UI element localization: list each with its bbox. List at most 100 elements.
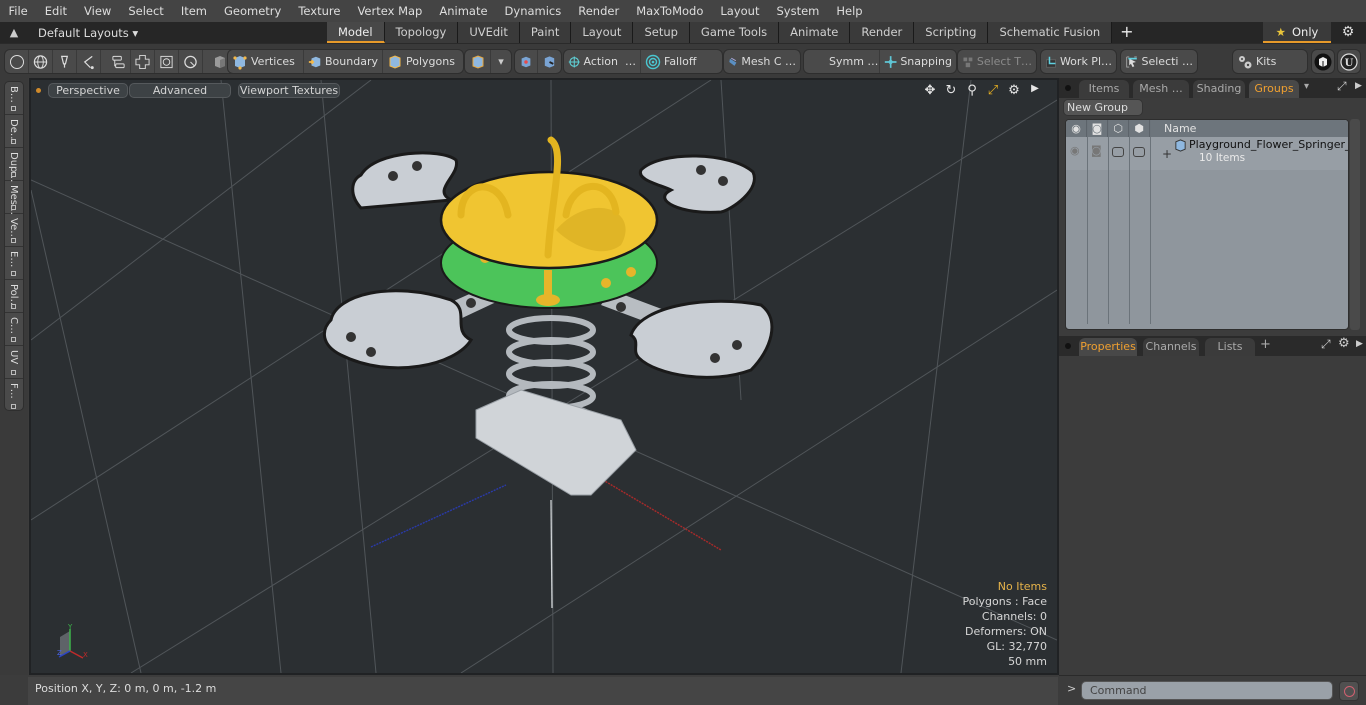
tab-topology[interactable]: Topology xyxy=(384,22,459,43)
panel-maximize-icon[interactable]: ⤢ xyxy=(1337,79,1347,94)
menu-view[interactable]: View xyxy=(76,0,120,22)
menu-help[interactable]: Help xyxy=(828,0,871,22)
left-tab-edge[interactable]: E… xyxy=(5,247,23,280)
vertices-mode-button[interactable]: Vertices xyxy=(228,50,304,73)
tab-lists[interactable]: Lists xyxy=(1205,338,1255,356)
pen-tool-icon[interactable] xyxy=(53,50,77,73)
tab-channels[interactable]: Channels xyxy=(1143,338,1199,356)
left-tab-fusion[interactable]: F… xyxy=(5,379,23,412)
groups-scrollbar[interactable] xyxy=(1350,119,1360,330)
menu-layout[interactable]: Layout xyxy=(712,0,768,22)
menu-item[interactable]: Item xyxy=(172,0,215,22)
tab-schematic-fusion[interactable]: Schematic Fusion xyxy=(988,22,1113,43)
curve-tool-icon[interactable] xyxy=(77,50,101,73)
left-tab-curve[interactable]: C… xyxy=(5,313,23,346)
row-lock-checkbox[interactable] xyxy=(1112,147,1124,157)
menu-system[interactable]: System xyxy=(768,0,828,22)
panel-more-arrow-icon[interactable]: ▶ xyxy=(1356,339,1363,349)
tab-setup[interactable]: Setup xyxy=(633,22,690,43)
panel-more-arrow-icon[interactable]: ▶ xyxy=(1355,81,1362,91)
tab-animate[interactable]: Animate xyxy=(779,22,851,43)
left-tab-duplicate[interactable]: Dup… xyxy=(5,148,23,182)
render-column-camera-icon[interactable]: ◙ xyxy=(1087,120,1108,137)
visibility-column-eye-icon[interactable]: ◉ xyxy=(1066,120,1087,137)
viewport-more-arrow-icon[interactable]: ▶ xyxy=(1027,83,1043,98)
panel-menu-dot[interactable] xyxy=(1065,85,1071,91)
left-tab-uv[interactable]: UV xyxy=(5,346,23,379)
radial-tool-icon[interactable] xyxy=(179,50,203,73)
tab-groups[interactable]: Groups xyxy=(1249,80,1299,98)
uv-unwrap-tool-icon[interactable] xyxy=(131,50,155,73)
tabs-dropdown-chevron-icon[interactable]: ▾ xyxy=(1304,81,1309,92)
tab-scripting[interactable]: Scripting xyxy=(914,22,989,43)
pan-move-icon[interactable]: ✥ xyxy=(922,83,938,98)
selection-sets-button[interactable]: Selecti … xyxy=(1121,50,1197,73)
collapse-up-icon[interactable]: ▲ xyxy=(0,26,28,39)
add-tab-button[interactable]: + xyxy=(1112,22,1141,43)
expand-toggle[interactable]: + xyxy=(1162,147,1172,161)
tab-shading[interactable]: Shading xyxy=(1193,80,1245,98)
select-through-button[interactable]: Select T… xyxy=(958,50,1036,73)
add-panel-tab-button[interactable]: + xyxy=(1260,337,1271,352)
settings-gear-icon[interactable]: ⚙ xyxy=(1338,24,1358,41)
center-origin-icon[interactable] xyxy=(515,50,538,73)
bridge-tool-icon[interactable] xyxy=(107,50,131,73)
polygons-mode-button[interactable]: Polygons xyxy=(383,50,463,73)
record-macro-button[interactable] xyxy=(1339,681,1359,701)
menu-render[interactable]: Render xyxy=(570,0,628,22)
mesh-constraint-button[interactable]: Mesh C … xyxy=(724,50,800,73)
left-tab-polygon[interactable]: Pol… xyxy=(5,280,23,313)
panel-settings-gear-icon[interactable]: ⚙ xyxy=(1338,336,1350,351)
viewport-menu-dot[interactable] xyxy=(36,88,41,93)
menu-select[interactable]: Select xyxy=(120,0,172,22)
panel-menu-dot[interactable] xyxy=(1065,343,1071,349)
left-tab-vertex[interactable]: Ve… xyxy=(5,214,23,247)
springer-model[interactable] xyxy=(322,136,774,496)
tab-mesh[interactable]: Mesh … xyxy=(1133,80,1189,98)
sphere-tool-icon[interactable] xyxy=(29,50,53,73)
material-mode-button[interactable] xyxy=(465,50,491,73)
tab-properties[interactable]: Properties xyxy=(1079,338,1137,356)
menu-texture[interactable]: Texture xyxy=(290,0,349,22)
pivot-center-icon[interactable] xyxy=(538,50,561,73)
tab-uvedit[interactable]: UVEdit xyxy=(458,22,520,43)
menu-animate[interactable]: Animate xyxy=(431,0,496,22)
render-kit-button[interactable] xyxy=(1311,49,1335,74)
lock-column-icon[interactable]: ⬡ xyxy=(1108,120,1129,137)
menu-dynamics[interactable]: Dynamics xyxy=(496,0,570,22)
snapping-button[interactable]: Snapping xyxy=(880,50,956,73)
action-center-button[interactable]: Action … xyxy=(564,50,641,73)
row-eye-icon[interactable]: ◉ xyxy=(1070,144,1080,157)
tab-render[interactable]: Render xyxy=(850,22,915,43)
menu-file[interactable]: File xyxy=(0,0,36,22)
tab-items[interactable]: Items xyxy=(1079,80,1129,98)
symmetry-button[interactable]: Symm … xyxy=(804,50,880,73)
tab-game-tools[interactable]: Game Tools xyxy=(689,22,780,43)
3d-viewport[interactable]: Perspective Advanced Viewport Textures ✥… xyxy=(29,78,1059,675)
falloff-button[interactable]: Falloff xyxy=(641,50,722,73)
tab-model[interactable]: Model xyxy=(327,22,385,43)
perspective-view-button[interactable]: Perspective xyxy=(48,83,128,98)
shading-mode-button[interactable]: Advanced xyxy=(129,83,231,98)
viewport-settings-gear-icon[interactable]: ⚙ xyxy=(1006,83,1022,98)
left-tab-mesh-edit[interactable]: Mes… xyxy=(5,181,23,215)
group-name[interactable]: Playground_Flower_Springer_… xyxy=(1189,138,1348,151)
maximize-viewport-icon[interactable]: ⤢ xyxy=(985,83,1001,98)
zoom-view-icon[interactable]: ⚲ xyxy=(964,83,980,98)
left-tab-basic[interactable]: B… xyxy=(5,82,23,115)
only-toggle[interactable]: ★ Only xyxy=(1263,22,1331,43)
select-column-icon[interactable]: ⬢ xyxy=(1129,120,1150,137)
command-input[interactable]: Command xyxy=(1081,681,1333,700)
row-camera-icon[interactable]: ◙ xyxy=(1091,144,1102,157)
menu-edit[interactable]: Edit xyxy=(36,0,75,22)
kits-button[interactable]: Kits xyxy=(1233,50,1307,73)
menu-geometry[interactable]: Geometry xyxy=(216,0,290,22)
tab-paint[interactable]: Paint xyxy=(519,22,572,43)
boundary-mode-button[interactable]: Boundary xyxy=(304,50,383,73)
rotate-view-icon[interactable]: ↻ xyxy=(943,83,959,98)
material-dropdown-chevron-icon[interactable]: ▾ xyxy=(491,50,511,73)
panel-maximize-icon[interactable]: ⤢ xyxy=(1321,337,1331,352)
menu-maxtomodo[interactable]: MaxToModo xyxy=(628,0,712,22)
work-plane-button[interactable]: Work Pl… xyxy=(1041,50,1116,73)
layout-preset-dropdown[interactable]: Default Layouts ▾ xyxy=(28,26,328,40)
